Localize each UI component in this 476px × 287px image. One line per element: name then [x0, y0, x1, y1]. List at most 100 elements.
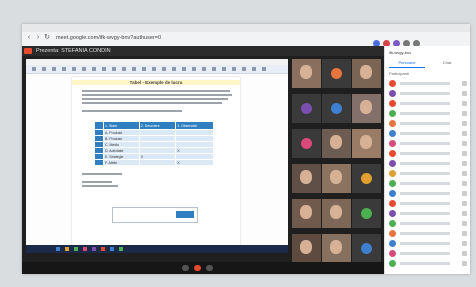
participant-list-item[interactable]: [389, 169, 469, 178]
ribbon-tool-icon[interactable]: [262, 67, 266, 71]
participant-list-item[interactable]: [389, 129, 469, 138]
participant-tile[interactable]: [352, 234, 381, 263]
reload-icon[interactable]: ↻: [43, 34, 51, 42]
participant-list-item[interactable]: [389, 239, 469, 248]
more-options-icon[interactable]: [462, 101, 467, 106]
participant-list-item[interactable]: [389, 149, 469, 158]
participant-list-item[interactable]: [389, 139, 469, 148]
ribbon-tool-icon[interactable]: [112, 67, 116, 71]
more-options-icon[interactable]: [462, 221, 467, 226]
ribbon-tool-icon[interactable]: [172, 67, 176, 71]
ribbon-tool-icon[interactable]: [222, 67, 226, 71]
participant-tile[interactable]: [322, 234, 351, 263]
participant-list-item[interactable]: [389, 179, 469, 188]
participant-list-item[interactable]: [389, 229, 469, 238]
participant-tile[interactable]: [352, 164, 381, 193]
more-options-icon[interactable]: [462, 151, 467, 156]
participant-tile[interactable]: [322, 199, 351, 228]
tab-people[interactable]: Persoane: [389, 59, 425, 68]
participant-tile[interactable]: [292, 129, 321, 158]
participant-list-item[interactable]: [389, 249, 469, 258]
ribbon-tool-icon[interactable]: [192, 67, 196, 71]
end-call-icon[interactable]: [194, 265, 201, 271]
presenting-icon: [24, 48, 32, 54]
participant-tile[interactable]: [352, 129, 381, 158]
more-options-icon[interactable]: [462, 181, 467, 186]
participant-tile[interactable]: [352, 59, 381, 88]
participant-list-item[interactable]: [389, 219, 469, 228]
participant-tile[interactable]: [292, 199, 321, 228]
participant-tile[interactable]: [292, 234, 321, 263]
ribbon-tool-icon[interactable]: [252, 67, 256, 71]
ribbon-tool-icon[interactable]: [82, 67, 86, 71]
more-options-icon[interactable]: [462, 171, 467, 176]
taskbar-app-icon[interactable]: [92, 247, 96, 251]
ribbon-tool-icon[interactable]: [232, 67, 236, 71]
tab-chat[interactable]: Chat: [429, 59, 465, 67]
ribbon-tool-icon[interactable]: [122, 67, 126, 71]
more-options-icon[interactable]: [462, 121, 467, 126]
forward-icon[interactable]: ›: [34, 34, 42, 42]
more-options-icon[interactable]: [462, 141, 467, 146]
participant-list-item[interactable]: [389, 109, 469, 118]
mic-icon[interactable]: [182, 265, 189, 271]
participant-list-item[interactable]: [389, 189, 469, 198]
more-options-icon[interactable]: [462, 91, 467, 96]
more-options-icon[interactable]: [462, 111, 467, 116]
doc-dialog[interactable]: [112, 207, 198, 223]
participant-tile[interactable]: [322, 164, 351, 193]
participant-tile[interactable]: [322, 59, 351, 88]
ribbon-tool-icon[interactable]: [62, 67, 66, 71]
more-options-icon[interactable]: [462, 211, 467, 216]
url-field[interactable]: meet.google.com/ifk-wvgy-bnv?authuser=0: [56, 33, 366, 43]
participant-list-item[interactable]: [389, 119, 469, 128]
back-icon[interactable]: ‹: [25, 34, 33, 42]
ribbon-tool-icon[interactable]: [182, 67, 186, 71]
more-options-icon[interactable]: [462, 191, 467, 196]
more-options-icon[interactable]: [462, 201, 467, 206]
participant-list-item[interactable]: [389, 259, 469, 268]
taskbar-app-icon[interactable]: [110, 247, 114, 251]
more-options-icon[interactable]: [462, 251, 467, 256]
ribbon-tool-icon[interactable]: [72, 67, 76, 71]
participant-tile[interactable]: [292, 59, 321, 88]
ribbon-tool-icon[interactable]: [162, 67, 166, 71]
participant-tile[interactable]: [352, 94, 381, 123]
participant-tile[interactable]: [322, 94, 351, 123]
ribbon-tool-icon[interactable]: [52, 67, 56, 71]
ribbon-tool-icon[interactable]: [152, 67, 156, 71]
more-options-icon[interactable]: [462, 241, 467, 246]
participant-tile[interactable]: [292, 94, 321, 123]
camera-icon[interactable]: [206, 265, 213, 271]
more-options-icon[interactable]: [462, 131, 467, 136]
ribbon-tool-icon[interactable]: [242, 67, 246, 71]
more-options-icon[interactable]: [462, 231, 467, 236]
ribbon-tool-icon[interactable]: [142, 67, 146, 71]
taskbar-app-icon[interactable]: [101, 247, 105, 251]
participant-list-item[interactable]: [389, 89, 469, 98]
taskbar-app-icon[interactable]: [56, 247, 60, 251]
taskbar-app-icon[interactable]: [74, 247, 78, 251]
participant-list-item[interactable]: [389, 209, 469, 218]
more-options-icon[interactable]: [462, 161, 467, 166]
participant-list-item[interactable]: [389, 199, 469, 208]
taskbar-app-icon[interactable]: [119, 247, 123, 251]
participant-tile[interactable]: [352, 199, 381, 228]
more-options-icon[interactable]: [462, 81, 467, 86]
ribbon-tool-icon[interactable]: [102, 67, 106, 71]
participant-tile[interactable]: [322, 129, 351, 158]
taskbar-app-icon[interactable]: [65, 247, 69, 251]
participant-list-item[interactable]: [389, 99, 469, 108]
ribbon-tool-icon[interactable]: [42, 67, 46, 71]
more-options-icon[interactable]: [462, 261, 467, 266]
ribbon-tool-icon[interactable]: [92, 67, 96, 71]
ribbon-tool-icon[interactable]: [32, 67, 36, 71]
taskbar-app-icon[interactable]: [83, 247, 87, 251]
participant-list-item[interactable]: [389, 159, 469, 168]
participant-tile[interactable]: [292, 164, 321, 193]
participant-list-item[interactable]: [389, 79, 469, 88]
ribbon-tool-icon[interactable]: [132, 67, 136, 71]
dialog-ok-button[interactable]: [176, 211, 194, 218]
ribbon-tool-icon[interactable]: [212, 67, 216, 71]
ribbon-tool-icon[interactable]: [202, 67, 206, 71]
